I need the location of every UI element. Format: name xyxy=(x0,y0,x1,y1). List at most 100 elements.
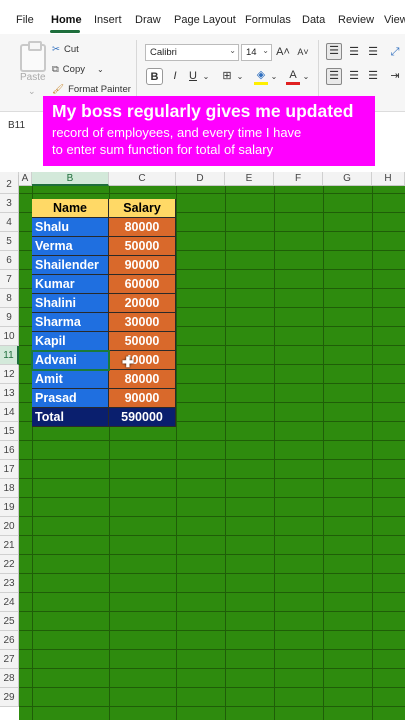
row-header-22[interactable]: 22 xyxy=(0,555,19,574)
indent-icon[interactable]: ⇥ xyxy=(388,68,402,85)
borders-icon[interactable]: ⊞ xyxy=(220,68,234,85)
row-header-10[interactable]: 10 xyxy=(0,327,19,346)
tab-view[interactable]: View xyxy=(384,14,405,26)
chevron-down-icon[interactable]: ⌄ xyxy=(302,68,310,85)
row-header-26[interactable]: 26 xyxy=(0,631,19,650)
column-header-d[interactable]: D xyxy=(176,172,225,186)
font-name-select[interactable]: Calibri ⌄ xyxy=(145,44,239,61)
underline-button[interactable]: U xyxy=(186,68,200,85)
salary-cell[interactable]: 60000 xyxy=(109,275,176,294)
font-size-select[interactable]: 14 ⌄ xyxy=(241,44,272,61)
paste-label[interactable]: Paste xyxy=(20,72,46,83)
row-header-21[interactable]: 21 xyxy=(0,536,19,555)
name-cell[interactable]: Advani xyxy=(32,351,109,370)
chevron-down-icon[interactable]: ⌄ xyxy=(236,68,244,85)
chevron-down-icon[interactable]: ⌄ xyxy=(28,86,36,97)
row-header-3[interactable]: 3 xyxy=(0,194,19,213)
row-header-8[interactable]: 8 xyxy=(0,289,19,308)
salary-cell[interactable]: 50000 xyxy=(109,237,176,256)
name-cell[interactable]: Kapil xyxy=(32,332,109,351)
column-header-e[interactable]: E xyxy=(225,172,274,186)
row-header-28[interactable]: 28 xyxy=(0,669,19,688)
row-header-20[interactable]: 20 xyxy=(0,517,19,536)
row-header-11[interactable]: 11 xyxy=(0,346,19,365)
total-label-cell[interactable]: Total xyxy=(32,408,109,427)
row-header-4[interactable]: 4 xyxy=(0,213,19,232)
tab-page-layout[interactable]: Page Layout xyxy=(174,14,236,26)
header-name-cell[interactable]: Name xyxy=(32,199,109,218)
salary-cell[interactable]: 90000 xyxy=(109,256,176,275)
salary-cell[interactable]: 30000 xyxy=(109,313,176,332)
name-cell[interactable]: Prasad xyxy=(32,389,109,408)
row-header-12[interactable]: 12 xyxy=(0,365,19,384)
row-header-13[interactable]: 13 xyxy=(0,384,19,403)
paste-icon[interactable] xyxy=(20,41,46,72)
name-cell[interactable]: Shalini xyxy=(32,294,109,313)
align-left-icon[interactable]: ☰ xyxy=(326,68,342,85)
row-header-24[interactable]: 24 xyxy=(0,593,19,612)
row-header-25[interactable]: 25 xyxy=(0,612,19,631)
tab-insert[interactable]: Insert xyxy=(94,14,122,26)
name-cell[interactable]: Verma xyxy=(32,237,109,256)
column-header-b[interactable]: B xyxy=(32,172,109,186)
format-painter-button[interactable]: 🖌 Format Painter xyxy=(52,84,131,95)
row-header-14[interactable]: 14 xyxy=(0,403,19,422)
salary-cell[interactable]: 40000 xyxy=(109,351,176,370)
chevron-down-icon[interactable]: ⌄ xyxy=(270,68,278,85)
salary-cell[interactable]: 50000 xyxy=(109,332,176,351)
row-header-6[interactable]: 6 xyxy=(0,251,19,270)
column-header-f[interactable]: F xyxy=(274,172,323,186)
row-header-19[interactable]: 19 xyxy=(0,498,19,517)
row-header-16[interactable]: 16 xyxy=(0,441,19,460)
align-top-icon[interactable]: ☰ xyxy=(326,43,342,60)
row-header-23[interactable]: 23 xyxy=(0,574,19,593)
tab-file[interactable]: File xyxy=(16,14,34,26)
orientation-icon[interactable]: ⤢ xyxy=(388,44,402,61)
row-header-18[interactable]: 18 xyxy=(0,479,19,498)
row-header-7[interactable]: 7 xyxy=(0,270,19,289)
fill-color-icon[interactable]: ◈ xyxy=(254,68,268,85)
align-middle-icon[interactable]: ☰ xyxy=(347,44,361,61)
column-header-a[interactable]: A xyxy=(19,172,32,186)
cut-button[interactable]: ✂ Cut xyxy=(52,44,79,55)
row-header-5[interactable]: 5 xyxy=(0,232,19,251)
column-header-g[interactable]: G xyxy=(323,172,372,186)
bold-button[interactable]: B xyxy=(146,68,163,85)
tab-home[interactable]: Home xyxy=(51,14,82,26)
font-color-icon[interactable]: A xyxy=(286,68,300,85)
name-cell[interactable]: Kumar xyxy=(32,275,109,294)
align-bottom-icon[interactable]: ☰ xyxy=(366,44,380,61)
row-header-9[interactable]: 9 xyxy=(0,308,19,327)
worksheet-grid[interactable]: A B C D E F G H 2 3 4 5 6 7 8 9 10 11 12 13 14 15 16 17… xyxy=(0,172,405,720)
row-header-27[interactable]: 27 xyxy=(0,650,19,669)
align-right-icon[interactable]: ☰ xyxy=(366,68,380,85)
row-header-17[interactable]: 17 xyxy=(0,460,19,479)
chevron-down-icon[interactable]: ⌄ xyxy=(202,68,210,85)
tab-review[interactable]: Review xyxy=(338,14,374,26)
salary-cell[interactable]: 20000 xyxy=(109,294,176,313)
decrease-font-icon[interactable]: A˅ xyxy=(296,44,310,61)
row-header-15[interactable]: 15 xyxy=(0,422,19,441)
name-cell[interactable]: Shailender xyxy=(32,256,109,275)
header-salary-cell[interactable]: Salary xyxy=(109,199,176,218)
salary-cell[interactable]: 80000 xyxy=(109,218,176,237)
align-center-icon[interactable]: ☰ xyxy=(347,68,361,85)
name-cell[interactable]: Shalu xyxy=(32,218,109,237)
tab-draw[interactable]: Draw xyxy=(135,14,161,26)
increase-font-icon[interactable]: A˄ xyxy=(276,44,290,61)
tab-formulas[interactable]: Formulas xyxy=(245,14,291,26)
total-value-cell[interactable]: 590000 xyxy=(109,408,176,427)
row-header-2[interactable]: 2 xyxy=(0,175,19,194)
salary-cell[interactable]: 80000 xyxy=(109,370,176,389)
name-cell[interactable]: Amit xyxy=(32,370,109,389)
caption-line-2: to enter sum function for total of salar… xyxy=(52,142,274,157)
column-header-c[interactable]: C xyxy=(109,172,176,186)
name-box[interactable]: B11 xyxy=(8,120,25,131)
row-header-29[interactable]: 29 xyxy=(0,688,19,707)
tab-data[interactable]: Data xyxy=(302,14,325,26)
copy-button[interactable]: ⧉ Copy ⌄ xyxy=(52,64,104,75)
name-cell[interactable]: Sharma xyxy=(32,313,109,332)
italic-button[interactable]: I xyxy=(168,68,182,85)
column-header-h[interactable]: H xyxy=(372,172,405,186)
salary-cell[interactable]: 90000 xyxy=(109,389,176,408)
